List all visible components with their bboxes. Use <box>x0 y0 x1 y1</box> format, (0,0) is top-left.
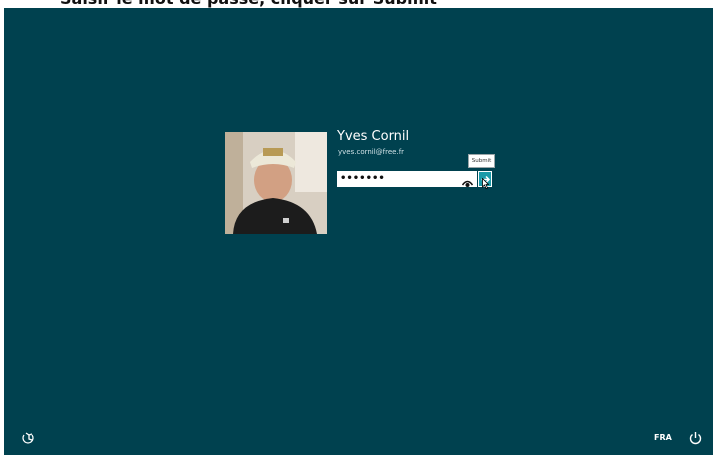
eye-icon[interactable] <box>461 174 474 187</box>
top-band: Saisir le mot de passe, cliquer sur Subm… <box>0 0 717 8</box>
screenshot-caption: Saisir le mot de passe, cliquer sur Subm… <box>60 0 437 8</box>
mouse-cursor-icon <box>482 178 489 189</box>
user-avatar <box>225 132 327 234</box>
user-name: Yves Cornil <box>337 129 410 144</box>
language-indicator[interactable]: FRA <box>654 433 672 442</box>
submit-tooltip: Submit <box>468 154 495 168</box>
password-input[interactable] <box>340 172 458 185</box>
power-icon[interactable] <box>689 430 702 445</box>
lock-screen: Yves Cornil yves.cornil@free.fr Submit F… <box>4 8 713 455</box>
ease-of-access-icon[interactable] <box>21 430 35 444</box>
user-email: yves.cornil@free.fr <box>338 148 405 156</box>
password-field[interactable] <box>337 171 477 187</box>
